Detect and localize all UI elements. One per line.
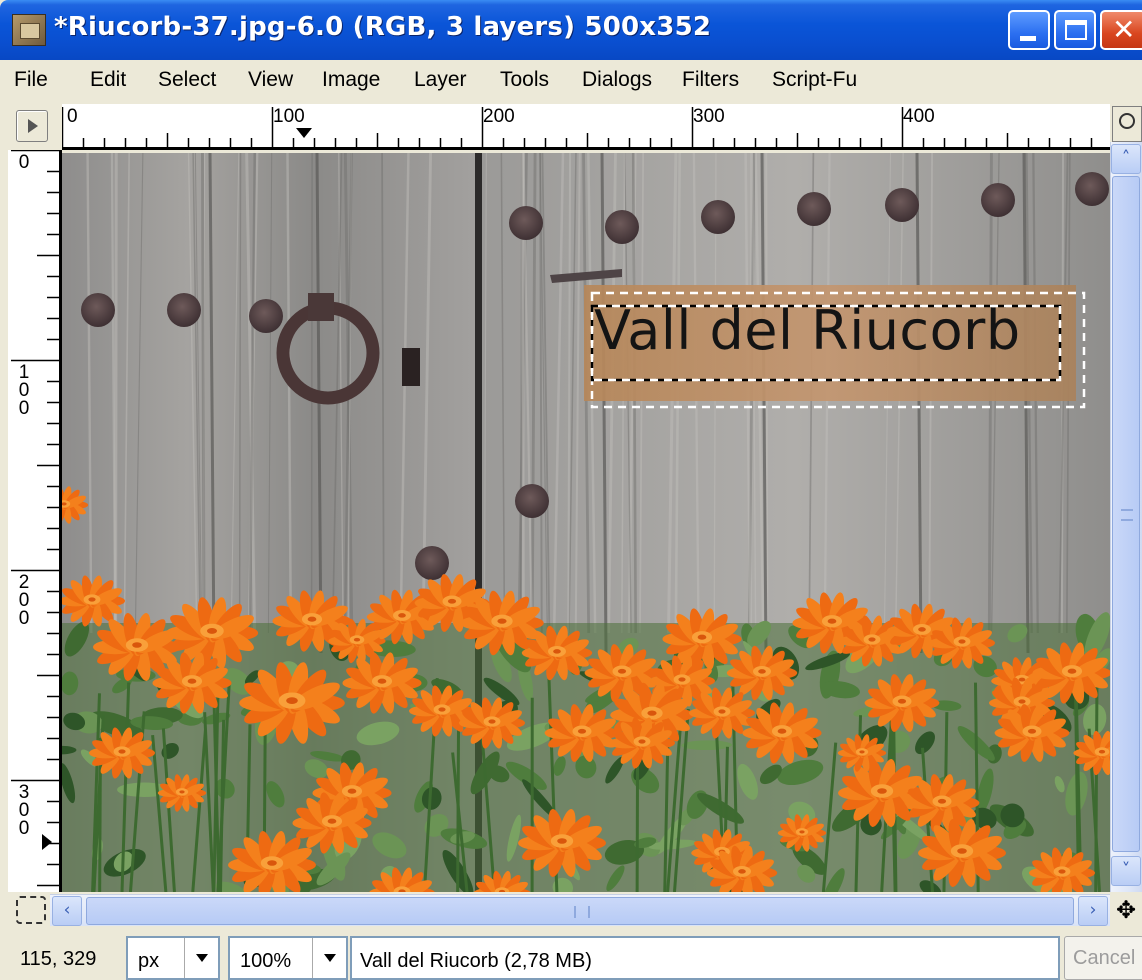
pointer-coordinates: 115, 329 (20, 948, 97, 970)
menu-script-fu[interactable]: Script-Fu (772, 68, 857, 92)
ruler-label-400: 400 (903, 106, 935, 127)
door-nail (509, 206, 543, 240)
wood-grain (238, 153, 242, 634)
scroll-right-button[interactable]: › (1078, 896, 1108, 926)
zoom-icon[interactable] (1112, 106, 1142, 142)
door-nail (1075, 172, 1109, 206)
status-message-text: Vall del Riucorb (2,78 MB) (360, 950, 592, 972)
menu-file[interactable]: File (14, 68, 48, 92)
unit-selector[interactable]: px (126, 936, 220, 980)
window-title: *Riucorb-37.jpg-6.0 (RGB, 3 layers) 500x… (54, 12, 712, 42)
quick-mask-icon[interactable] (16, 896, 46, 924)
menu-image[interactable]: Image (322, 68, 380, 92)
menu-view[interactable]: View (248, 68, 293, 92)
horizontal-ruler[interactable]: 0 100 200 300 400 (62, 104, 1110, 150)
horizontal-ruler-ticks (62, 107, 1093, 147)
navigate-icon[interactable]: ✥ (1114, 898, 1138, 922)
horizontal-scrollbar[interactable]: ‹ › (50, 894, 1110, 926)
vertical-ruler[interactable]: 0 100 200 300 (8, 150, 62, 892)
scroll-left-button[interactable]: ‹ (52, 896, 82, 926)
vertical-scroll-thumb[interactable] (1112, 176, 1140, 852)
door-nail (885, 188, 919, 222)
minimize-button[interactable] (1008, 10, 1050, 50)
door-nail (249, 299, 283, 333)
menu-bar: File Edit Select View Image Layer Tools … (0, 60, 1142, 104)
close-button[interactable]: ✕ (1100, 10, 1142, 50)
pointer-marker-vertical (42, 834, 52, 850)
horizontal-scroll-row: ‹ › ✥ (0, 892, 1142, 928)
zoom-selector[interactable]: 100% (228, 936, 348, 980)
horizontal-scroll-thumb[interactable] (86, 897, 1074, 925)
ruler-label-v-200: 200 (18, 572, 30, 629)
unit-value: px (138, 950, 160, 972)
maximize-icon (1065, 20, 1087, 40)
menu-select[interactable]: Select (158, 68, 216, 92)
title-bar[interactable]: *Riucorb-37.jpg-6.0 (RGB, 3 layers) 500x… (0, 0, 1142, 60)
ruler-label-v-100: 100 (18, 362, 30, 419)
stem (1094, 674, 1099, 892)
door-nail (605, 210, 639, 244)
close-icon: ✕ (1112, 13, 1136, 46)
canvas-image (62, 153, 1110, 892)
vertical-scrollbar[interactable]: ˄ ˅ (1110, 142, 1142, 892)
maximize-button[interactable] (1054, 10, 1096, 50)
text-layer[interactable]: Vall del Riucorb (594, 299, 1021, 362)
cancel-button[interactable]: Cancel (1064, 936, 1142, 980)
menu-dialogs[interactable]: Dialogs (582, 68, 652, 92)
gimp-image-window: *Riucorb-37.jpg-6.0 (RGB, 3 layers) 500x… (0, 0, 1142, 980)
door-nail (81, 293, 115, 327)
vertical-ruler-ticks (11, 150, 59, 887)
status-bar: 115, 329 px 100% Vall del Riucorb (2,78 … (0, 928, 1142, 980)
ruler-label-0: 0 (67, 106, 78, 127)
menu-filters[interactable]: Filters (682, 68, 739, 92)
minimize-icon (1020, 36, 1036, 41)
zoom-value: 100% (240, 950, 292, 972)
ruler-label-200: 200 (483, 106, 515, 127)
ruler-label-v-300: 300 (18, 782, 30, 839)
gimp-image-icon[interactable] (12, 14, 46, 46)
door-nail (167, 293, 201, 327)
ruler-label-100: 100 (273, 106, 305, 127)
scroll-up-button[interactable]: ˄ (1111, 144, 1141, 174)
ruler-label-300: 300 (693, 106, 725, 127)
menu-layer[interactable]: Layer (414, 68, 467, 92)
door-nail (981, 183, 1015, 217)
status-message: Vall del Riucorb (2,78 MB) (350, 936, 1060, 980)
menu-tools[interactable]: Tools (500, 68, 549, 92)
door-nail (515, 484, 549, 518)
door-nail (701, 200, 735, 234)
unit-dropdown-icon[interactable] (184, 938, 218, 978)
menu-arrow-button[interactable] (16, 110, 48, 142)
scroll-down-button[interactable]: ˅ (1111, 856, 1141, 886)
zoom-dropdown-icon[interactable] (312, 938, 346, 978)
wood-grain (114, 153, 118, 634)
menu-edit[interactable]: Edit (90, 68, 126, 92)
door-nail (797, 192, 831, 226)
image-canvas[interactable]: Vall del Riucorb (62, 153, 1110, 892)
pointer-marker-horizontal (296, 128, 312, 138)
wood-grain (200, 153, 206, 634)
ruler-label-v-0: 0 (18, 152, 30, 173)
